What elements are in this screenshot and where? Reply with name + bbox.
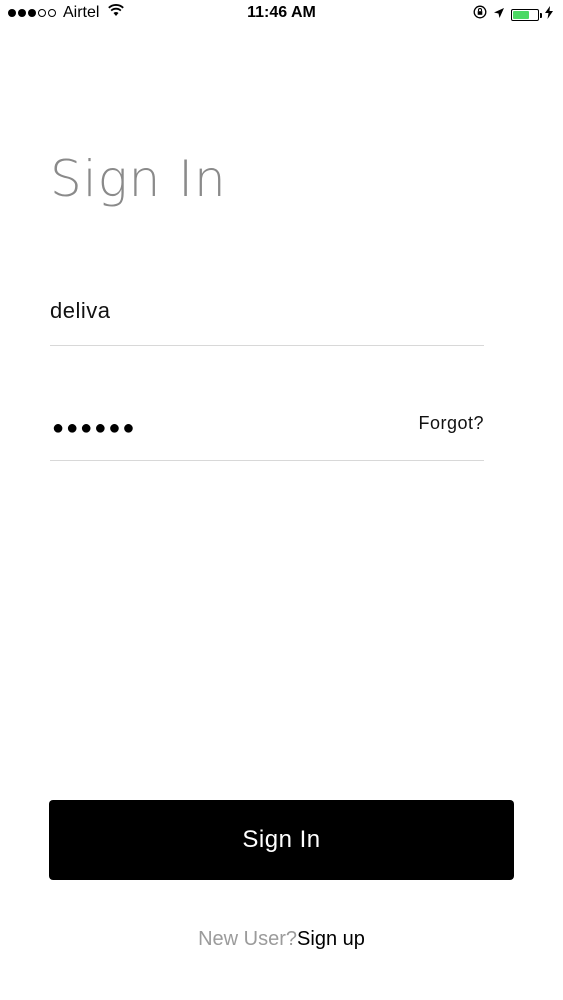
password-value[interactable]: ●●●●●● [52,417,136,440]
sign-up-link[interactable]: Sign up [297,928,365,950]
page-title: Sign In [50,150,227,208]
username-field[interactable]: deliva [50,290,484,346]
location-arrow-icon [493,6,505,24]
signup-prompt: New User?Sign up [0,928,563,951]
sign-in-button-label: Sign In [242,826,321,853]
forgot-password-link[interactable]: Forgot? [418,413,484,434]
sign-in-button[interactable]: Sign In [49,800,514,880]
status-right [473,5,553,24]
password-field[interactable]: ●●●●●● Forgot? [50,405,484,461]
charging-bolt-icon [545,5,553,24]
username-value[interactable]: deliva [50,298,110,324]
status-bar: Airtel 11:46 AM [0,0,563,30]
new-user-label: New User? [198,928,298,950]
battery-icon [511,8,542,21]
orientation-lock-icon [473,5,487,24]
